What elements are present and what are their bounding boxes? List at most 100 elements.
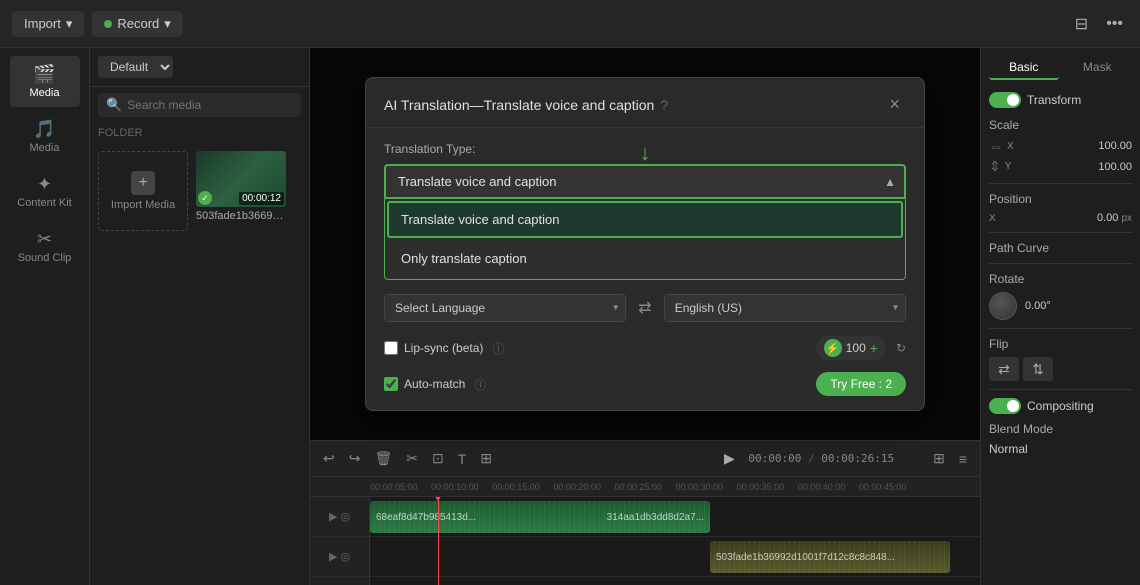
scale-link-icon: ⇔ [989, 138, 1003, 154]
record-label: Record [117, 16, 159, 31]
divider-3 [989, 263, 1132, 264]
media-grid: + Import Media 00:00:12 ✓ 503fade1b36699… [90, 143, 309, 585]
record-chevron-icon: ▾ [164, 16, 171, 32]
center-wrapper: AI Translation—Translate voice and capti… [310, 48, 980, 585]
refresh-icon[interactable]: ↻ [896, 341, 906, 355]
playhead [438, 497, 439, 585]
timeline-more-button[interactable]: ≡ [956, 448, 970, 470]
dialog-help-icon[interactable]: ? [660, 97, 668, 113]
media-icon: 🎬 [14, 64, 76, 85]
cut-button[interactable]: ✂ [403, 447, 421, 470]
total-time: 00:00:26:15 [821, 452, 894, 465]
dialog-close-button[interactable]: × [883, 92, 906, 117]
media-item[interactable]: 00:00:12 ✓ 503fade1b366992d106... [196, 151, 286, 577]
record-button[interactable]: Record ▾ [92, 11, 182, 37]
media-panel-header: Default [90, 48, 309, 87]
ruler-mark-5: 00:00:25:00 [614, 482, 675, 492]
track-labels: ▶ ◎ ▶ ◎ [310, 497, 370, 585]
language-swap-button[interactable]: ⇄ [634, 294, 655, 322]
flip-vertical-button[interactable]: ⇅ [1023, 357, 1053, 381]
sidebar-item-content[interactable]: ✦ Content Kit [10, 166, 80, 217]
track-row-1: 68eaf8d47b985413d... 314aa1db3dd8d2a7... [370, 497, 980, 537]
scale-x-row: ⇔ X 100.00 [989, 138, 1132, 154]
right-panel-tabs: Basic Mask [989, 56, 1132, 80]
target-language-select[interactable]: English (US) [664, 294, 906, 322]
sidebar-clip-label: Sound Clip [14, 252, 76, 264]
record-dot-icon [104, 20, 112, 28]
media-check-icon: ✓ [198, 191, 212, 205]
flip-horizontal-button[interactable]: ⇄ [989, 357, 1019, 381]
import-media-item[interactable]: + Import Media [98, 151, 188, 577]
sidebar-item-media[interactable]: 🎬 Media [10, 56, 80, 107]
import-media-box[interactable]: + Import Media [98, 151, 188, 231]
import-media-label: Import Media [111, 199, 175, 211]
search-input[interactable] [127, 98, 293, 112]
undo-button[interactable]: ↩ [320, 447, 338, 470]
more-options-icon[interactable]: ••• [1101, 10, 1128, 38]
media-thumbnail: 00:00:12 ✓ [196, 151, 286, 207]
timeline-settings-button[interactable]: ⊞ [930, 447, 948, 470]
clip-3-label: 503fade1b36992d1001f7d12c8c8c848... [716, 552, 895, 563]
try-free-button[interactable]: Try Free : 2 [816, 372, 906, 396]
transform-toggle[interactable] [989, 92, 1021, 108]
timeline-toolbar: ↩ ↪ 🗑 ✂ ⊡ T ⊞ ▶ 00:00:00 / 00:00:26:15 ⊞ [310, 441, 980, 477]
translation-type-dropdown: ↓ Translate voice and caption ▲ Translat… [384, 164, 906, 280]
dialog-title-row: AI Translation—Translate voice and capti… [384, 97, 668, 113]
clip-2-label: 314aa1db3dd8d2a7... [607, 512, 704, 523]
source-language-select[interactable]: Select Language [384, 294, 626, 322]
scale-x-axis: X [1007, 141, 1021, 152]
lipsync-label: Lip-sync (beta) [404, 341, 483, 355]
play-button[interactable]: ▶ [718, 448, 740, 470]
sidebar-audio-label: Media [14, 142, 76, 154]
sidebar-media-label: Media [14, 87, 76, 99]
divider-5 [989, 389, 1132, 390]
crop-button[interactable]: ⊡ [429, 447, 447, 470]
flip-title: Flip [989, 337, 1132, 351]
rotate-knob[interactable] [989, 292, 1017, 320]
transform-button[interactable]: ⊞ [477, 447, 495, 470]
clip-1[interactable]: 68eaf8d47b985413d... 314aa1db3dd8d2a7... [370, 501, 710, 533]
options-row-2: Auto-match ⓘ Try Free : 2 [384, 372, 906, 396]
lipsync-checkbox-label[interactable]: Lip-sync (beta) ⓘ [384, 340, 504, 357]
dropdown-selected-value[interactable]: Translate voice and caption [384, 164, 906, 199]
rotate-row: 0.00° [989, 292, 1132, 320]
rotate-value: 0.00° [1025, 300, 1051, 312]
automatch-checkbox-label[interactable]: Auto-match ⓘ [384, 376, 810, 393]
redo-button[interactable]: ↪ [346, 447, 364, 470]
timeline-ruler: 00:00:05:00 00:00:10:00 00:00:15:00 00:0… [310, 477, 980, 497]
time-display: 00:00:00 / 00:00:26:15 [748, 452, 894, 465]
tab-mask[interactable]: Mask [1063, 56, 1133, 80]
credits-number: 100 [846, 341, 866, 355]
dropdown-option-caption-only[interactable]: Only translate caption [387, 240, 903, 277]
dialog-overlay: AI Translation—Translate voice and capti… [310, 48, 980, 440]
text-button[interactable]: T [455, 448, 470, 470]
dropdown-option-voice-caption[interactable]: Translate voice and caption [387, 201, 903, 238]
automatch-checkbox[interactable] [384, 377, 398, 391]
left-panel: 🎬 Media 🎵 Media ✦ Content Kit ✂ Sound Cl… [0, 48, 90, 585]
media-filter-select[interactable]: Default [98, 56, 173, 78]
ruler-mark-9: 00:00:45:00 [859, 482, 920, 492]
ruler-mark-2: 00:00:10:00 [431, 482, 492, 492]
play-controls: ▶ [718, 448, 740, 470]
import-button[interactable]: Import ▾ [12, 11, 84, 37]
credits-area: ⚡ 100 + ↻ [816, 336, 906, 360]
sidebar-item-clip[interactable]: ✂ Sound Clip [10, 221, 80, 272]
lipsync-checkbox[interactable] [384, 341, 398, 355]
flip-buttons: ⇄ ⇅ [989, 357, 1132, 381]
language-row: Select Language ▾ ⇄ English (US) ▾ [384, 294, 906, 322]
compositing-toggle[interactable] [989, 398, 1021, 414]
content-icon: ✦ [14, 174, 76, 195]
clip-3[interactable]: 503fade1b36992d1001f7d12c8c8c848... [710, 541, 950, 573]
current-time: 00:00:00 [748, 452, 801, 465]
blend-mode-value: Normal [989, 442, 1132, 456]
target-language-wrap: English (US) ▾ [664, 294, 906, 322]
center-area: AI Translation—Translate voice and capti… [310, 48, 980, 440]
sidebar-item-audio[interactable]: 🎵 Media [10, 111, 80, 162]
lipsync-help-icon[interactable]: ⓘ [492, 340, 504, 357]
delete-button[interactable]: 🗑 [371, 447, 395, 470]
tab-basic[interactable]: Basic [989, 56, 1059, 80]
track-label-1: ▶ ◎ [310, 497, 369, 537]
dialog-title: AI Translation—Translate voice and capti… [384, 97, 654, 113]
filter-icon[interactable]: ⊟ [1070, 9, 1093, 39]
automatch-help-icon[interactable]: ⓘ [474, 376, 486, 393]
